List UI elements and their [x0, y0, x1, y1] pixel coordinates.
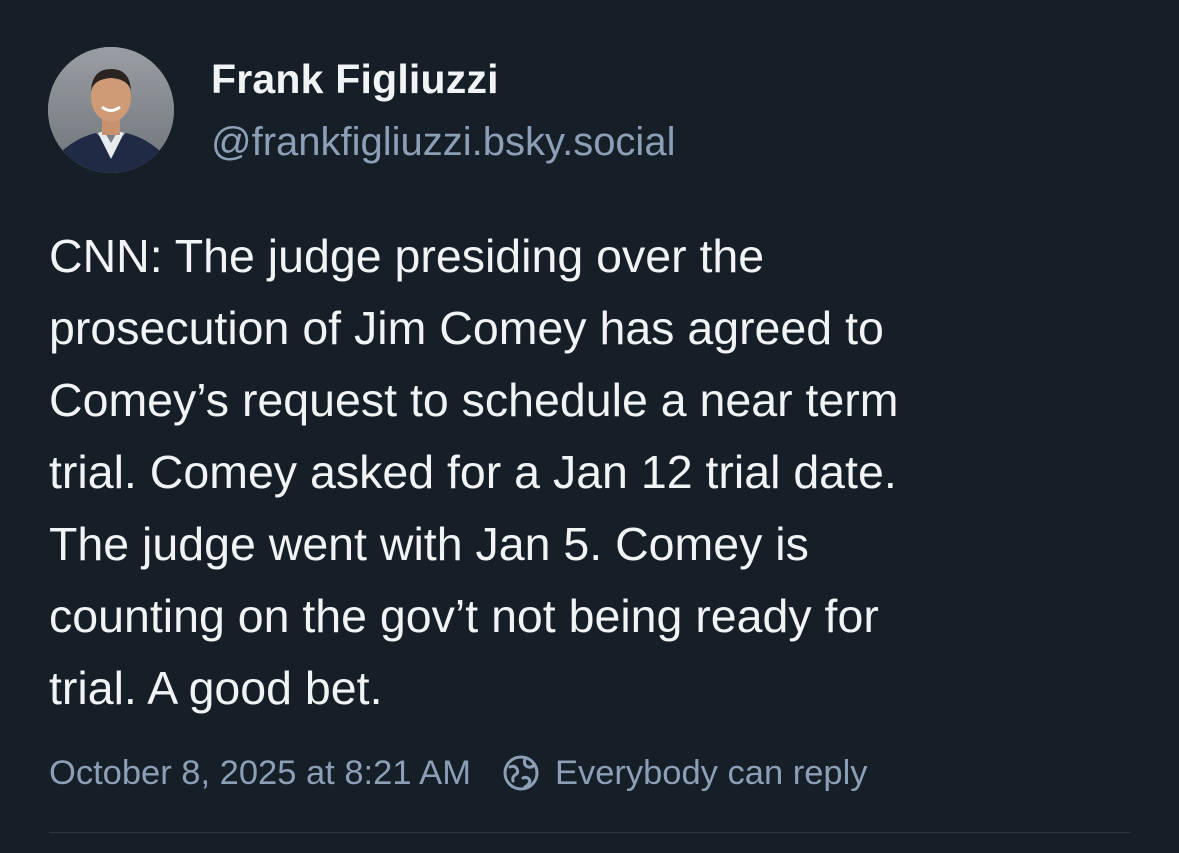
author-handle[interactable]: @frankfigliuzzi.bsky.social	[211, 120, 675, 165]
divider	[49, 832, 1131, 833]
globe-icon	[503, 755, 539, 791]
reply-setting-label: Everybody can reply	[554, 753, 868, 792]
post-timestamp[interactable]: October 8, 2025 at 8:21 AM	[49, 754, 471, 793]
post-meta: October 8, 2025 at 8:21 AM Everybody can…	[49, 750, 868, 796]
author-display-name[interactable]: Frank Figliuzzi	[211, 56, 499, 103]
reply-setting[interactable]: Everybody can reply	[501, 753, 868, 793]
avatar[interactable]	[48, 47, 174, 173]
post-text: CNN: The judge presiding over the prosec…	[49, 230, 899, 714]
avatar-image	[48, 47, 174, 173]
post-card: Frank Figliuzzi @frankfigliuzzi.bsky.soc…	[0, 0, 1179, 853]
